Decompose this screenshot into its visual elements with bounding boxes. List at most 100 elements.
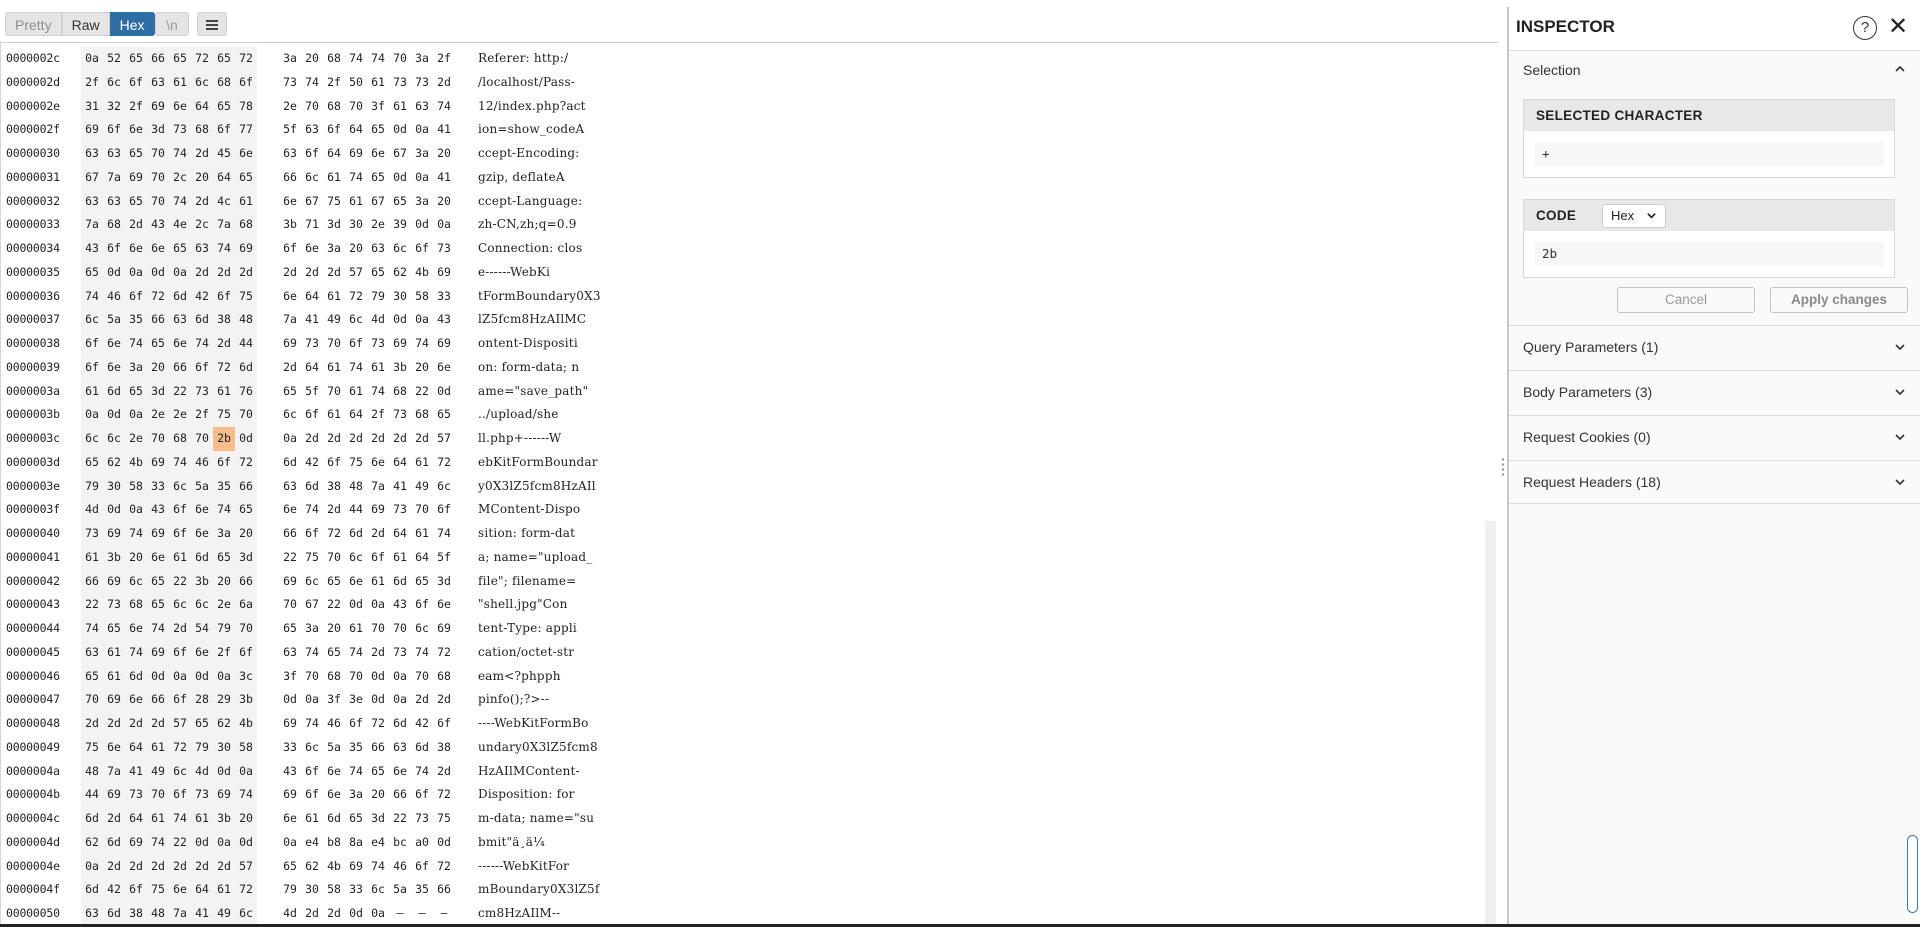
hex-byte[interactable]: 5a <box>191 474 213 499</box>
hex-byte[interactable]: 6f <box>169 640 191 665</box>
hex-byte[interactable]: 2c <box>169 165 191 190</box>
hex-byte[interactable]: 6c <box>367 878 389 902</box>
hex-byte[interactable]: 6d <box>279 451 301 475</box>
hex-byte[interactable]: 64 <box>125 735 147 760</box>
hex-byte[interactable]: 6f <box>191 355 213 380</box>
hex-byte[interactable]: 2d <box>367 641 389 665</box>
hex-byte[interactable]: 73 <box>125 783 147 807</box>
hex-byte[interactable]: 62 <box>81 830 103 855</box>
selected-character-value[interactable]: + <box>1534 142 1884 166</box>
hex-byte[interactable]: 66 <box>81 569 103 594</box>
hex-byte[interactable]: 4d <box>279 902 301 926</box>
hex-byte[interactable]: 72 <box>323 522 345 546</box>
hex-byte[interactable]: 65 <box>103 617 125 641</box>
hex-byte[interactable]: 74 <box>345 166 367 190</box>
hex-byte[interactable]: 61 <box>389 95 411 119</box>
hex-byte[interactable]: 0d <box>345 593 367 617</box>
hex-byte[interactable]: 6e <box>125 688 147 712</box>
hex-byte[interactable]: 6f <box>213 284 235 309</box>
hex-byte[interactable]: 66 <box>235 474 257 499</box>
hex-byte[interactable]: 2d <box>213 854 235 879</box>
hex-byte[interactable]: 73 <box>169 118 191 142</box>
hex-byte[interactable]: 29 <box>213 688 235 712</box>
hex-byte[interactable]: 62 <box>213 712 235 736</box>
hex-byte[interactable]: 65 <box>235 165 257 190</box>
hex-byte[interactable]: 6c <box>411 617 433 641</box>
hex-byte[interactable]: 70 <box>147 189 169 214</box>
hex-byte[interactable]: 4b <box>323 855 345 879</box>
hex-byte[interactable]: 72 <box>235 878 257 902</box>
hex-byte[interactable]: 35 <box>411 878 433 902</box>
hex-byte[interactable]: 58 <box>323 878 345 902</box>
query-parameters-section[interactable]: Query Parameters (1) <box>1509 325 1920 369</box>
hex-byte[interactable]: 22 <box>81 593 103 617</box>
hex-byte[interactable]: 2d <box>301 902 323 926</box>
hex-byte[interactable]: 65 <box>279 617 301 641</box>
hex-byte[interactable]: 3b <box>235 688 257 712</box>
cancel-button[interactable]: Cancel <box>1617 287 1755 313</box>
hex-byte[interactable]: 2d <box>235 260 257 285</box>
hex-byte[interactable]: 3e <box>345 688 367 712</box>
hex-byte[interactable]: 65 <box>147 569 169 594</box>
hex-byte[interactable]: 0a <box>389 665 411 689</box>
hex-byte[interactable]: 6d <box>125 664 147 689</box>
hex-byte[interactable]: 73 <box>411 807 433 831</box>
hex-byte[interactable]: 6e <box>147 545 169 570</box>
hex-byte[interactable]: 46 <box>103 284 125 309</box>
hex-byte[interactable]: 74 <box>169 807 191 831</box>
hex-byte[interactable]: 65 <box>323 570 345 594</box>
hex-byte[interactable]: 70 <box>147 427 169 451</box>
hex-byte[interactable]: 0a <box>125 403 147 427</box>
hex-byte[interactable]: 65 <box>367 166 389 190</box>
hex-byte[interactable]: 4d <box>191 759 213 784</box>
hex-byte[interactable]: 6f <box>125 70 147 95</box>
hex-row-ascii[interactable]: "shell.jpg"Con <box>478 593 568 617</box>
hex-byte[interactable]: 6e <box>191 522 213 546</box>
hex-byte[interactable]: 68 <box>169 427 191 451</box>
hex-byte[interactable]: 48 <box>345 475 367 499</box>
hex-byte[interactable]: 68 <box>103 213 125 237</box>
hex-row-ascii[interactable]: on: form-data; n <box>478 356 579 380</box>
hex-byte[interactable]: 6e <box>169 878 191 902</box>
hex-byte[interactable]: 6c <box>81 308 103 332</box>
hex-byte[interactable]: 69 <box>147 94 169 119</box>
hex-row-ascii[interactable]: eam<?phpph <box>478 665 561 689</box>
hex-row-ascii[interactable]: HzAIlMContent- <box>478 760 580 784</box>
hex-byte[interactable]: 42 <box>301 451 323 475</box>
hex-byte[interactable]: 5a <box>103 308 125 332</box>
hex-byte[interactable]: 35 <box>213 474 235 499</box>
hex-byte[interactable]: 65 <box>213 94 235 119</box>
hex-byte[interactable]: 6a <box>235 593 257 617</box>
hex-byte[interactable]: 38 <box>323 475 345 499</box>
hex-byte[interactable]: 70 <box>389 47 411 71</box>
hex-byte[interactable]: 3b <box>191 569 213 594</box>
hex-byte[interactable]: 72 <box>235 47 257 71</box>
hex-byte[interactable]: 0d <box>345 902 367 926</box>
hex-byte[interactable]: 61 <box>323 356 345 380</box>
hex-byte[interactable]: 6c <box>301 166 323 190</box>
hex-byte[interactable]: 65 <box>81 450 103 475</box>
hex-byte[interactable]: 6d <box>103 830 125 855</box>
hex-byte[interactable]: 62 <box>389 261 411 285</box>
hex-byte[interactable]: 6e <box>125 237 147 261</box>
hex-byte[interactable]: 4b <box>125 450 147 475</box>
hex-byte[interactable]: 61 <box>169 545 191 570</box>
hex-byte[interactable]: 6f <box>279 237 301 261</box>
hex-byte[interactable]: 65 <box>125 47 147 71</box>
hex-byte[interactable]: 74 <box>367 47 389 71</box>
hex-byte[interactable]: 38 <box>213 308 235 332</box>
hex-byte[interactable]: bc <box>389 831 411 855</box>
hex-byte[interactable]: 2d <box>323 427 345 451</box>
hex-byte[interactable]: 69 <box>213 783 235 807</box>
hex-byte[interactable]: 70 <box>389 617 411 641</box>
hex-byte[interactable]: 7a <box>169 902 191 926</box>
hex-byte[interactable]: 6e <box>279 498 301 522</box>
hex-byte[interactable]: 7a <box>213 213 235 237</box>
hex-byte[interactable]: 74 <box>433 95 455 119</box>
hex-byte[interactable]: 2f <box>323 71 345 95</box>
hex-byte[interactable]: 63 <box>81 640 103 665</box>
hex-byte[interactable]: 69 <box>367 498 389 522</box>
hex-byte[interactable]: 0d <box>367 688 389 712</box>
hex-byte[interactable]: 3a <box>279 47 301 71</box>
hex-byte[interactable]: 6d <box>389 712 411 736</box>
